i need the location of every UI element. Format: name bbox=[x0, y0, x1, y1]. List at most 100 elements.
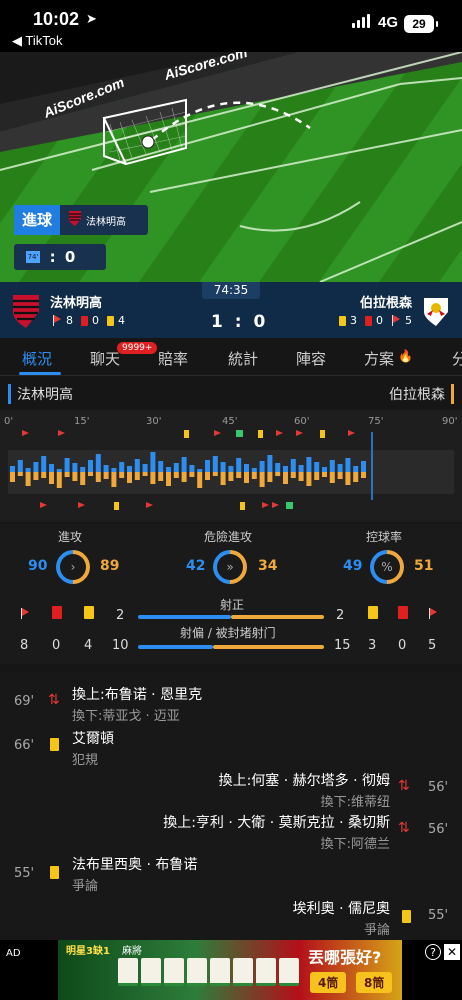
ontarget-label: 射正 bbox=[220, 598, 245, 612]
tab-lineup[interactable]: 陣容 bbox=[296, 348, 326, 369]
momentum-bar-home bbox=[259, 461, 265, 472]
momentum-bar-home bbox=[33, 462, 39, 472]
momentum-bar-home bbox=[127, 466, 132, 472]
offtarget-home: 10 bbox=[112, 638, 129, 653]
ad-logo: 明星3缺1 bbox=[66, 946, 110, 957]
event-line2: 換下:蒂亚戈 · 迈亚 bbox=[72, 709, 180, 724]
momentum-bar-home bbox=[329, 460, 335, 472]
event-item: 埃利奧 · 儒尼奧 爭論 bbox=[293, 898, 390, 938]
momentum-bar-away bbox=[17, 472, 23, 476]
minute-badge: 74' bbox=[26, 251, 40, 263]
momentum-bar-away bbox=[88, 472, 93, 476]
tab-bar: 概況 聊天 9999+ 賠率 統計 陣容 方案 🔥 分 bbox=[0, 340, 462, 376]
corner-flag-icon bbox=[214, 430, 221, 436]
home-reds-count: 0 bbox=[52, 638, 61, 653]
momentum-bar-away bbox=[119, 472, 125, 478]
tab-odds[interactable]: 賠率 bbox=[158, 348, 188, 369]
momentum-bar-home bbox=[150, 452, 156, 472]
match-clock: 74:35 bbox=[202, 282, 260, 299]
away-corners-count: 5 bbox=[428, 638, 437, 653]
corner-flag-icon bbox=[40, 502, 47, 508]
yellow-card-icon bbox=[84, 606, 94, 619]
danger-away: 34 bbox=[258, 558, 278, 574]
event-item: 換上:何塞 · 赫尔塔多 · 彻姆 換下:维蒂纽 bbox=[219, 770, 390, 810]
event-item: 法布里西奥 · 布鲁诺 爭論 bbox=[72, 854, 197, 894]
momentum-bar-away bbox=[134, 472, 140, 480]
flamengo-crest-icon bbox=[68, 210, 82, 230]
momentum-bar-home bbox=[290, 459, 296, 472]
match-scorebar: 74:35 法林明高 8 0 4 1 : 0 伯拉根森 3 0 5 bbox=[0, 282, 462, 338]
battery-icon: 29 bbox=[404, 15, 438, 33]
yellow-card-icon bbox=[339, 315, 346, 326]
momentum-bar-home bbox=[166, 467, 171, 472]
momentum-bar-away bbox=[150, 472, 156, 484]
away-team-label: 伯拉根森 bbox=[389, 384, 454, 404]
corner-flag-icon bbox=[20, 608, 30, 619]
away-yellows: 3 bbox=[350, 314, 357, 327]
back-to-tiktok-link[interactable]: ◀ TikTok bbox=[12, 33, 62, 49]
red-card-icon bbox=[81, 315, 88, 326]
tab-chat[interactable]: 聊天 bbox=[90, 348, 120, 369]
momentum-bar-home bbox=[41, 456, 47, 472]
momentum-bar-home bbox=[49, 464, 54, 472]
corner-flag-icon bbox=[272, 502, 279, 508]
momentum-bar-away bbox=[306, 472, 312, 486]
ad-image[interactable]: 明星3缺1 麻將 丟哪張好? 4筒 8筒 bbox=[58, 940, 402, 1000]
chat-badge: 9999+ bbox=[117, 342, 158, 354]
tab-stats[interactable]: 統計 bbox=[228, 348, 258, 369]
substitution-icon: ⇅ bbox=[398, 778, 410, 794]
yellow-card-icon bbox=[50, 738, 59, 751]
event-line2: 換下:阿德兰 bbox=[320, 837, 390, 852]
home-yellows: 4 bbox=[118, 314, 125, 327]
event-minute: 66' bbox=[14, 738, 35, 753]
possession-home: 49 bbox=[343, 558, 363, 574]
signal-icon bbox=[352, 14, 370, 28]
event-minute: 69' bbox=[14, 694, 35, 709]
yellow-card-icon bbox=[240, 502, 245, 510]
away-reds-count: 0 bbox=[398, 638, 407, 653]
substitution-icon bbox=[286, 502, 293, 509]
ad-option-1[interactable]: 4筒 bbox=[310, 972, 347, 993]
offtarget-label: 射偏 / 被封堵射门 bbox=[180, 626, 276, 640]
ad-tag: 麻將 bbox=[122, 946, 142, 957]
momentum-bar-away bbox=[181, 472, 187, 482]
possession-ring: % bbox=[362, 542, 412, 592]
home-yellows-count: 4 bbox=[84, 638, 93, 653]
home-corners-count: 8 bbox=[20, 638, 29, 653]
status-bar: 10:02 ➤ ◀ TikTok 4G 29 bbox=[0, 0, 462, 52]
event-minute: 55' bbox=[428, 908, 449, 923]
momentum-bar-away bbox=[142, 472, 148, 476]
yellow-card-icon bbox=[402, 910, 411, 923]
momentum-bar-home bbox=[111, 468, 117, 472]
momentum-bar-away bbox=[329, 472, 335, 483]
momentum-bar-away bbox=[189, 472, 195, 477]
goal-label: 進球 bbox=[14, 205, 61, 235]
tab-more[interactable]: 分 bbox=[452, 348, 462, 369]
momentum-bar-away bbox=[283, 472, 288, 484]
live-pitch-animation[interactable]: AiScore.com AiScore.com 進球 法林明高 74' 1 : … bbox=[0, 52, 462, 282]
ontarget-bar-home bbox=[138, 615, 231, 619]
ad-option-2[interactable]: 8筒 bbox=[356, 972, 393, 993]
ontarget-away: 2 bbox=[336, 608, 345, 623]
corner-flag-icon bbox=[391, 315, 401, 326]
red-card-icon bbox=[52, 606, 62, 619]
corner-flag-icon bbox=[78, 502, 85, 508]
momentum-bar-away bbox=[166, 472, 171, 486]
momentum-bar-away bbox=[10, 472, 15, 482]
ad-info-icon[interactable]: ? bbox=[425, 944, 441, 960]
momentum-bar-away bbox=[236, 472, 242, 478]
momentum-bar-away bbox=[80, 472, 86, 485]
attack-away: 89 bbox=[100, 558, 120, 574]
yellow-card-icon bbox=[184, 430, 189, 438]
goal-banner: 進球 法林明高 bbox=[14, 205, 148, 235]
momentum-bar-away bbox=[361, 472, 366, 478]
yellow-card-icon bbox=[114, 502, 119, 510]
event-item: 換上:亨利 · 大衛 · 莫斯克拉 · 桑切斯 換下:阿德兰 bbox=[163, 812, 390, 852]
tab-plans[interactable]: 方案 bbox=[364, 348, 394, 369]
momentum-bar-home bbox=[158, 461, 164, 472]
momentum-bar-home bbox=[353, 466, 359, 472]
ad-banner[interactable]: AD 明星3缺1 麻將 丟哪張好? 4筒 8筒 ? ✕ bbox=[0, 940, 462, 1000]
ad-close-icon[interactable]: ✕ bbox=[444, 944, 460, 960]
momentum-bar-away bbox=[158, 472, 164, 481]
tab-overview[interactable]: 概況 bbox=[22, 348, 52, 369]
